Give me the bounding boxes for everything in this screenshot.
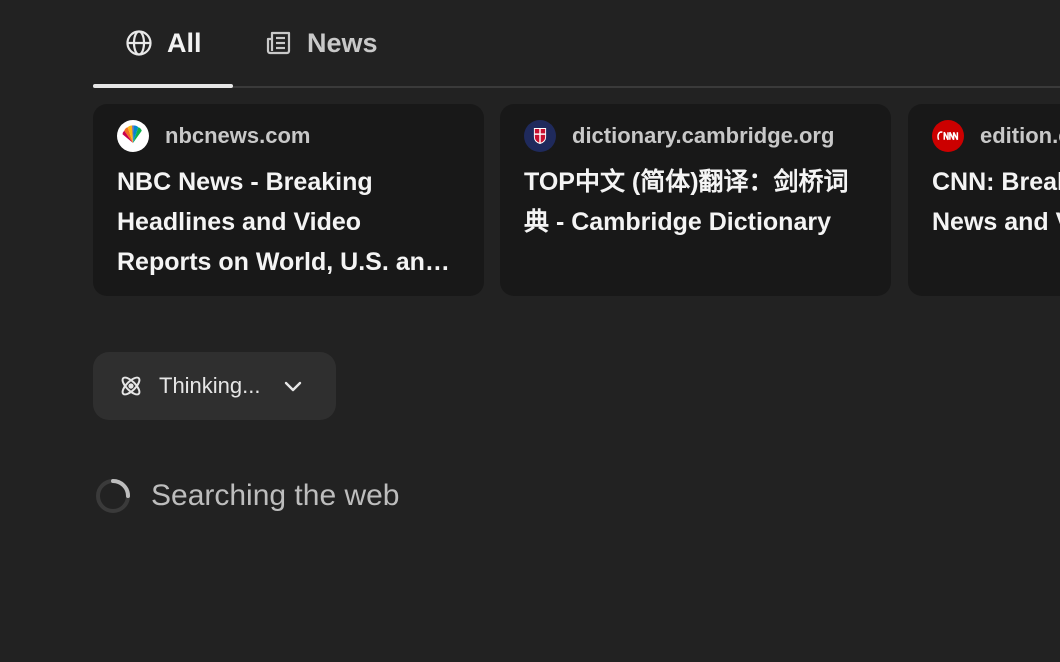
card-source: nbcnews.com bbox=[117, 120, 460, 152]
tab-bar: All News bbox=[93, 0, 1060, 88]
chevron-down-icon bbox=[281, 374, 305, 398]
status-text: Searching the web bbox=[151, 479, 400, 512]
card-source: edition.cnn.com bbox=[932, 120, 1060, 152]
card-title: NBC News - Breaking Headlines and Video … bbox=[117, 168, 441, 276]
search-status: Searching the web bbox=[95, 478, 400, 514]
atom-icon bbox=[117, 372, 145, 400]
tab-news[interactable]: News bbox=[265, 0, 378, 86]
cambridge-crest-icon bbox=[524, 120, 556, 152]
source-card-cnn[interactable]: edition.cnn.com CNN: Breaking News, Late… bbox=[908, 104, 1060, 296]
tab-news-label: News bbox=[307, 27, 378, 58]
globe-icon bbox=[125, 29, 153, 57]
card-domain: edition.cnn.com bbox=[980, 123, 1060, 148]
card-domain: dictionary.cambridge.org bbox=[572, 123, 835, 148]
card-source: dictionary.cambridge.org bbox=[524, 120, 867, 152]
nbc-peacock-icon bbox=[117, 120, 149, 152]
tab-all-label: All bbox=[167, 27, 202, 58]
loading-spinner-icon bbox=[95, 478, 131, 514]
source-card-nbc[interactable]: nbcnews.com NBC News - Breaking Headline… bbox=[93, 104, 484, 296]
newspaper-icon bbox=[265, 29, 293, 57]
tab-all[interactable]: All bbox=[93, 0, 233, 88]
card-title: CNN: Breaking News, Latest News and Vide… bbox=[932, 168, 1060, 236]
source-cards: nbcnews.com NBC News - Breaking Headline… bbox=[93, 104, 1060, 296]
thinking-toggle[interactable]: Thinking... bbox=[93, 352, 336, 420]
card-title: TOP中文 (简体)翻译：剑桥词典 - Cambridge Dictionary bbox=[524, 168, 849, 236]
thinking-label: Thinking... bbox=[159, 373, 261, 398]
cnn-logo-icon bbox=[932, 120, 964, 152]
source-card-cambridge[interactable]: dictionary.cambridge.org TOP中文 (简体)翻译：剑桥… bbox=[500, 104, 891, 296]
card-domain: nbcnews.com bbox=[165, 123, 311, 148]
